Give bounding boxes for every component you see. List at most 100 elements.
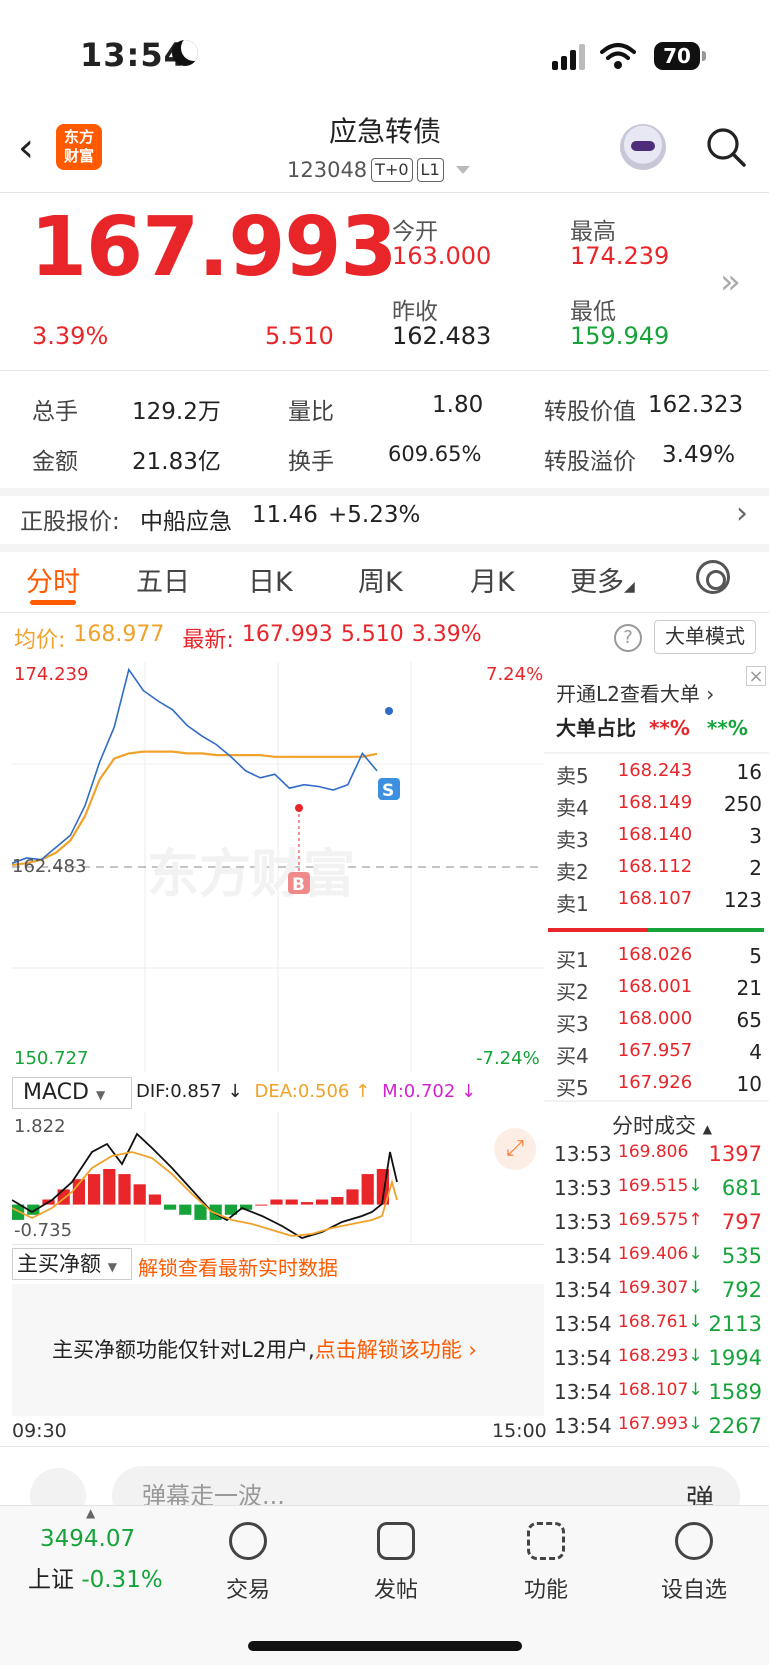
macd-bar — [194, 1204, 207, 1220]
app-logo: 东方 财富 — [56, 124, 102, 170]
nav-functions[interactable]: 功能 — [496, 1522, 596, 1604]
intraday-chart[interactable]: 东方财富 S B — [12, 662, 544, 1072]
macd-bar — [103, 1169, 116, 1205]
tab-five-day[interactable]: 五日 — [136, 560, 190, 599]
security-code-row[interactable]: 123048 T+0 L1 — [287, 158, 470, 182]
macd-bottom-value: -0.735 — [14, 1220, 73, 1241]
index-value[interactable]: 3494.07 — [40, 1526, 135, 1552]
double-chevron-right-icon[interactable]: » — [720, 262, 741, 302]
time-end-label: 15:00 — [492, 1420, 547, 1442]
sell-marker-dot — [385, 707, 393, 715]
high-value: 174.239 — [570, 242, 670, 270]
trades-title[interactable]: 分时成交 ▲ — [612, 1110, 712, 1140]
macd-bar — [133, 1184, 146, 1205]
indicator-selector[interactable]: MACD ▼ — [12, 1077, 132, 1109]
close-icon[interactable]: × — [746, 666, 766, 687]
robot-assistant-icon[interactable] — [620, 124, 666, 170]
macd-bar — [255, 1204, 268, 1206]
tab-monthly-k[interactable]: 月K — [470, 560, 515, 599]
underlying-stock-row[interactable]: 正股报价: 中船应急 11.46 +5.23% › — [0, 496, 769, 544]
premium-label: 转股溢价 — [544, 449, 636, 475]
macd-bar — [164, 1204, 177, 1210]
bid-row-1[interactable]: 买1 168.026 5 — [556, 944, 762, 976]
gear-icon[interactable] — [696, 560, 730, 594]
buy-sell-bar-red — [548, 928, 648, 932]
change-amount: 5.510 — [265, 322, 334, 350]
back-icon[interactable]: ‹ — [18, 126, 58, 170]
open-value: 163.000 — [392, 242, 492, 270]
chart-bottom-price: 150.727 — [14, 1048, 89, 1069]
help-icon[interactable]: ? — [614, 624, 642, 652]
dif-value: DIF:0.857 ↓ — [136, 1081, 243, 1102]
premium-value: 3.49% — [662, 442, 736, 468]
ask-row-2[interactable]: 卖2 168.112 2 — [556, 856, 762, 888]
tab-weekly-k[interactable]: 周K — [358, 560, 403, 599]
bid-row-2[interactable]: 买2 168.001 21 — [556, 976, 762, 1008]
macd-values: DIF:0.857 ↓ DEA:0.506 ↑ M:0.702 ↓ — [136, 1081, 476, 1102]
open-label: 今开 — [392, 219, 438, 245]
chart-bottom-pct: -7.24% — [476, 1048, 540, 1069]
trade-row: 13:53 169.575↑ 797 — [554, 1210, 762, 1234]
amount-label: 金额 — [32, 449, 78, 475]
big-order-ratio: 大单占比 **% **% — [556, 716, 748, 740]
unlock-feature-link[interactable]: 点击解锁该功能 › — [315, 1338, 477, 1362]
tab-daily-k[interactable]: 日K — [248, 560, 293, 599]
ask-row-5[interactable]: 卖5 168.243 16 — [556, 760, 762, 792]
buy-marker-label: B — [292, 875, 305, 895]
l1-tag: L1 — [416, 158, 444, 182]
conv-value: 162.323 — [648, 392, 744, 418]
turnover-value: 609.65% — [388, 442, 482, 466]
underlying-label: 正股报价: — [20, 509, 120, 535]
tab-more[interactable]: 更多◢ — [570, 560, 635, 599]
latest-change: 5.510 — [340, 622, 404, 647]
macd-bar — [270, 1199, 283, 1205]
macd-bar — [361, 1174, 374, 1205]
unlock-data-link[interactable]: 解锁查看最新实时数据 — [138, 1252, 338, 1281]
index-ticker[interactable]: 上证 -0.31% — [28, 1560, 163, 1594]
macd-bar — [148, 1194, 161, 1205]
macd-bar — [331, 1197, 344, 1205]
net-buy-selector[interactable]: 主买净额 ▼ — [12, 1248, 132, 1280]
buy-marker-dot — [295, 804, 303, 812]
trade-row: 13:54 169.406↓ 535 — [554, 1244, 762, 1268]
l2-link[interactable]: 开通L2查看大单 › — [556, 678, 714, 707]
dea-value: DEA:0.506 ↑ — [254, 1081, 371, 1102]
moon-icon — [172, 40, 198, 66]
ask-row-1[interactable]: 卖1 168.107 123 — [556, 888, 762, 920]
trade-row: 13:54 168.761↓ 2113 — [554, 1312, 762, 1336]
status-time: 13:54 — [80, 36, 187, 74]
low-value: 159.949 — [570, 322, 670, 350]
home-indicator — [248, 1641, 522, 1651]
nav-add-watchlist[interactable]: 设自选 — [644, 1522, 744, 1604]
turnover-label: 换手 — [288, 449, 334, 475]
tab-intraday[interactable]: 分时 — [26, 560, 80, 599]
macd-bar — [316, 1199, 329, 1205]
search-icon[interactable] — [705, 126, 747, 168]
expand-icon[interactable]: ⤢ — [494, 1128, 536, 1170]
trade-row: 13:54 168.107↓ 1589 — [554, 1380, 762, 1404]
bid-row-3[interactable]: 买3 168.000 65 — [556, 1008, 762, 1040]
macd-chart[interactable] — [12, 1112, 544, 1242]
chart-top-pct: 7.24% — [486, 664, 544, 685]
avg-value: 168.977 — [73, 622, 165, 647]
macd-bar — [179, 1204, 192, 1215]
change-percent: 3.39% — [32, 322, 109, 350]
battery-cap — [702, 51, 706, 61]
trade-row: 13:54 168.293↓ 1994 — [554, 1346, 762, 1370]
nav-trade[interactable]: 交易 — [198, 1522, 298, 1604]
ratio-value: 1.80 — [432, 392, 484, 418]
avg-label: 均价: — [14, 628, 66, 653]
chart-info-row: 均价: 168.977 最新: 167.993 5.510 3.39% — [14, 622, 482, 654]
bid-row-4[interactable]: 买4 167.957 4 — [556, 1040, 762, 1072]
trade-row: 13:53 169.806 1397 — [554, 1142, 762, 1166]
latest-value: 167.993 — [241, 622, 333, 647]
trade-row: 13:53 169.515↓ 681 — [554, 1176, 762, 1200]
prev-close-label: 昨收 — [392, 299, 438, 325]
watermark: 东方财富 — [147, 845, 355, 905]
ask-row-4[interactable]: 卖4 168.149 250 — [556, 792, 762, 824]
ask-row-3[interactable]: 卖3 168.140 3 — [556, 824, 762, 856]
latest-label: 最新: — [182, 628, 234, 653]
underlying-change: +5.23% — [328, 502, 421, 528]
big-order-mode-button[interactable]: 大单模式 — [654, 620, 756, 654]
nav-post[interactable]: 发帖 — [346, 1522, 446, 1604]
